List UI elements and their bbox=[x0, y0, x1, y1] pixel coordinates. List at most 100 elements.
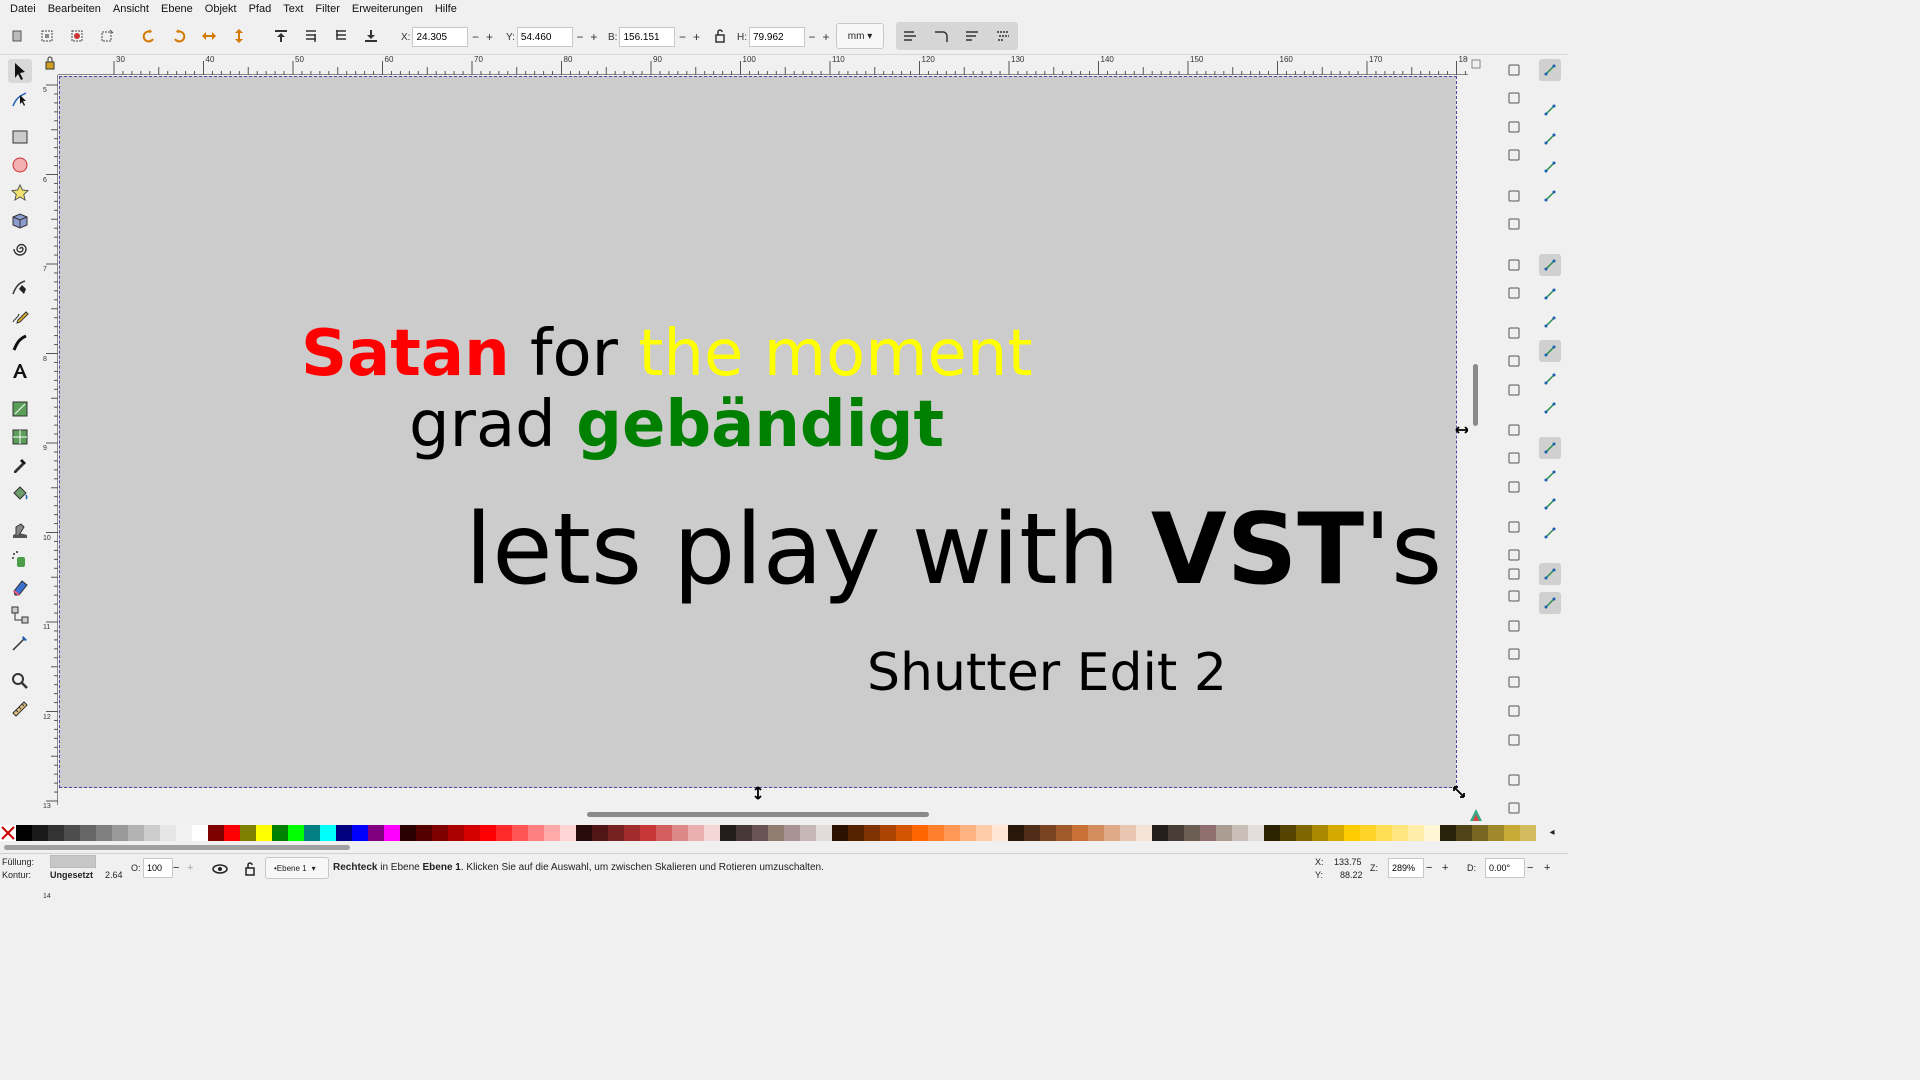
ellipse-tool-icon[interactable] bbox=[8, 153, 32, 177]
x-plus-button[interactable]: + bbox=[482, 30, 496, 44]
scale-handle-right-icon[interactable] bbox=[1455, 423, 1469, 437]
menu-hilfe[interactable]: Hilfe bbox=[429, 0, 463, 19]
mesh-tool-icon[interactable] bbox=[8, 425, 32, 449]
palette-swatch[interactable] bbox=[240, 825, 256, 841]
more-icon[interactable] bbox=[1503, 797, 1525, 819]
stroke-width-value[interactable]: 2.64 bbox=[105, 870, 123, 880]
pen-tool-icon[interactable] bbox=[8, 275, 32, 299]
zoom-selection-icon[interactable] bbox=[1503, 516, 1525, 538]
snap-guide-icon[interactable] bbox=[1539, 592, 1561, 614]
palette-swatch[interactable] bbox=[1312, 825, 1328, 841]
pencil-tool-icon[interactable] bbox=[8, 303, 32, 327]
palette-swatch[interactable] bbox=[224, 825, 240, 841]
snap-page-icon[interactable] bbox=[1539, 522, 1561, 544]
palette-swatch[interactable] bbox=[768, 825, 784, 841]
no-paint-icon[interactable] bbox=[0, 825, 16, 841]
connector-tool-icon[interactable] bbox=[8, 603, 32, 627]
palette-swatch[interactable] bbox=[528, 825, 544, 841]
palette-swatch[interactable] bbox=[1360, 825, 1376, 841]
palette-swatch[interactable] bbox=[1456, 825, 1472, 841]
canvas-lock-icon[interactable] bbox=[1469, 57, 1483, 71]
deselect-icon[interactable] bbox=[96, 25, 118, 47]
palette-swatch[interactable] bbox=[656, 825, 672, 841]
y-minus-button[interactable]: − bbox=[573, 30, 587, 44]
text-font-icon[interactable] bbox=[1503, 615, 1525, 637]
palette-swatch[interactable] bbox=[80, 825, 96, 841]
layer-select[interactable]: •Ebene 1 ▾ bbox=[265, 857, 329, 879]
fill-swatch[interactable] bbox=[50, 855, 96, 868]
x-minus-button[interactable]: − bbox=[468, 30, 482, 44]
flip-vertical-icon[interactable] bbox=[228, 25, 250, 47]
zoom-page-icon[interactable] bbox=[1503, 563, 1525, 585]
scale-stroke-icon[interactable] bbox=[899, 25, 921, 47]
palette-swatch[interactable] bbox=[800, 825, 816, 841]
palette-swatch[interactable] bbox=[864, 825, 880, 841]
palette-swatch[interactable] bbox=[112, 825, 128, 841]
palette-swatch[interactable] bbox=[1264, 825, 1280, 841]
palette-swatch[interactable] bbox=[832, 825, 848, 841]
palette-swatch[interactable] bbox=[1248, 825, 1264, 841]
palette-swatch[interactable] bbox=[1056, 825, 1072, 841]
snap-bbox-icon[interactable] bbox=[1539, 99, 1561, 121]
text-line-3[interactable]: lets play with VST's bbox=[465, 494, 1442, 606]
palette-swatch[interactable] bbox=[992, 825, 1008, 841]
menu-ansicht[interactable]: Ansicht bbox=[107, 0, 155, 19]
zoom-minus-button[interactable]: − bbox=[1426, 862, 1432, 874]
palette-swatch[interactable] bbox=[432, 825, 448, 841]
palette-scroll-thumb[interactable] bbox=[4, 845, 350, 850]
horizontal-ruler[interactable]: 30 40 50 60 70 80 90 100 110 120 130 140 150 160 170 18… bbox=[58, 55, 1472, 75]
snap-text-baseline-icon[interactable] bbox=[1539, 493, 1561, 515]
snap-center-icon[interactable] bbox=[1539, 437, 1561, 459]
palette-swatch[interactable] bbox=[144, 825, 160, 841]
palette-swatch[interactable] bbox=[1184, 825, 1200, 841]
snap-path-icon[interactable] bbox=[1539, 283, 1561, 305]
select-all-icon[interactable] bbox=[6, 25, 28, 47]
snap-smooth-icon[interactable] bbox=[1539, 368, 1561, 390]
eraser-tool-icon[interactable] bbox=[8, 575, 32, 599]
rotation-plus-button[interactable]: + bbox=[1544, 862, 1550, 874]
palette-swatch[interactable] bbox=[1376, 825, 1392, 841]
palette-swatch[interactable] bbox=[1280, 825, 1296, 841]
palette-swatch[interactable] bbox=[1024, 825, 1040, 841]
palette-swatch[interactable] bbox=[1104, 825, 1120, 841]
palette-swatch[interactable] bbox=[912, 825, 928, 841]
palette-swatch[interactable] bbox=[1440, 825, 1456, 841]
snap-bbox-edge-icon[interactable] bbox=[1539, 128, 1561, 150]
rotate-cw-icon[interactable] bbox=[168, 25, 190, 47]
palette-swatch[interactable] bbox=[1328, 825, 1344, 841]
palette-swatch[interactable] bbox=[1040, 825, 1056, 841]
print-icon[interactable] bbox=[1503, 116, 1525, 138]
x-input[interactable] bbox=[412, 27, 469, 47]
document-properties-icon[interactable] bbox=[1503, 700, 1525, 722]
layer-lock-icon[interactable] bbox=[242, 861, 258, 877]
palette-swatch[interactable] bbox=[1408, 825, 1424, 841]
copy-icon[interactable] bbox=[1503, 322, 1525, 344]
palette-swatch[interactable] bbox=[352, 825, 368, 841]
new-document-icon[interactable] bbox=[1503, 59, 1525, 81]
palette-swatch[interactable] bbox=[400, 825, 416, 841]
opacity-minus-button[interactable]: − bbox=[173, 862, 179, 874]
clone-icon[interactable] bbox=[1503, 447, 1525, 469]
height-minus-button[interactable]: − bbox=[805, 30, 819, 44]
snap-intersection-icon[interactable] bbox=[1539, 311, 1561, 333]
palette-swatch[interactable] bbox=[1344, 825, 1360, 841]
palette-swatch[interactable] bbox=[1088, 825, 1104, 841]
scale-corners-icon[interactable] bbox=[930, 25, 952, 47]
palette-swatch[interactable] bbox=[416, 825, 432, 841]
scale-handle-bottom-icon[interactable] bbox=[751, 786, 765, 800]
redo-icon[interactable] bbox=[1503, 282, 1525, 304]
palette-swatch[interactable] bbox=[16, 825, 32, 841]
palette-swatch[interactable] bbox=[608, 825, 624, 841]
rotation-minus-button[interactable]: − bbox=[1527, 862, 1533, 874]
snap-bbox-corner-icon[interactable] bbox=[1539, 156, 1561, 178]
vertical-scrollbar[interactable] bbox=[1468, 55, 1484, 821]
eye-icon[interactable] bbox=[212, 861, 228, 877]
zoom-plus-button[interactable]: + bbox=[1442, 862, 1448, 874]
find-icon[interactable] bbox=[1503, 769, 1525, 791]
node-tool-icon[interactable] bbox=[8, 87, 32, 111]
snap-nodes-icon[interactable] bbox=[1539, 254, 1561, 276]
color-manage-icon[interactable] bbox=[1469, 808, 1483, 822]
ruler-corner-lock-icon[interactable] bbox=[42, 55, 58, 75]
palette-swatch[interactable] bbox=[1200, 825, 1216, 841]
xml-editor-icon[interactable] bbox=[1503, 671, 1525, 693]
